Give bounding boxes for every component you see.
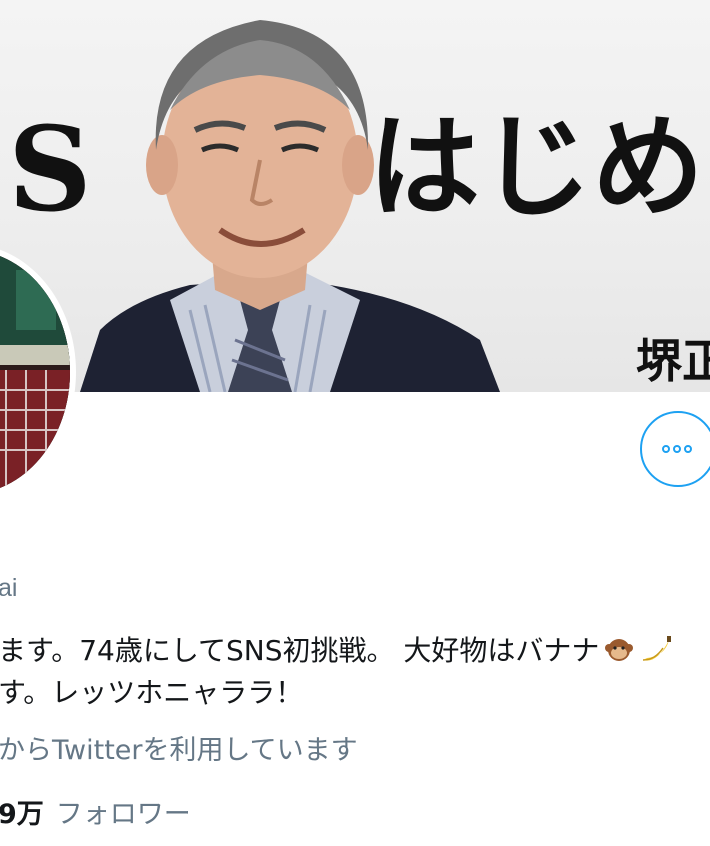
bio-text-1: ます。74歳にしてSNS初挑戦。 大好物はバナナ <box>0 634 600 667</box>
monkey-emoji-icon <box>605 639 634 661</box>
profile-page: S はじめま 堺正 <box>0 0 710 846</box>
banner-person-photo <box>80 20 500 392</box>
followers-label: フォロワー <box>55 799 191 830</box>
bio-line-2: す。レッツホニャララ！ <box>0 676 304 709</box>
followers-link[interactable]: 9万 フォロワー <box>0 792 191 831</box>
banner-text-name: 堺正 <box>636 334 710 388</box>
profile-bio: ます。74歳にしてSNS初挑戦。 大好物はバナナ す。レッツホニャララ！ <box>0 630 673 714</box>
profile-handle: ai <box>0 574 18 602</box>
profile-banner-image[interactable]: S はじめま 堺正 <box>0 0 710 392</box>
more-horizontal-icon <box>662 445 692 453</box>
followers-count: 9万 <box>0 799 44 830</box>
profile-joined-date: からTwitterを利用しています <box>0 735 358 766</box>
more-options-button[interactable] <box>640 411 710 487</box>
bio-line-1: ます。74歳にしてSNS初挑戦。 大好物はバナナ <box>0 630 673 672</box>
banana-emoji-icon <box>643 636 672 661</box>
